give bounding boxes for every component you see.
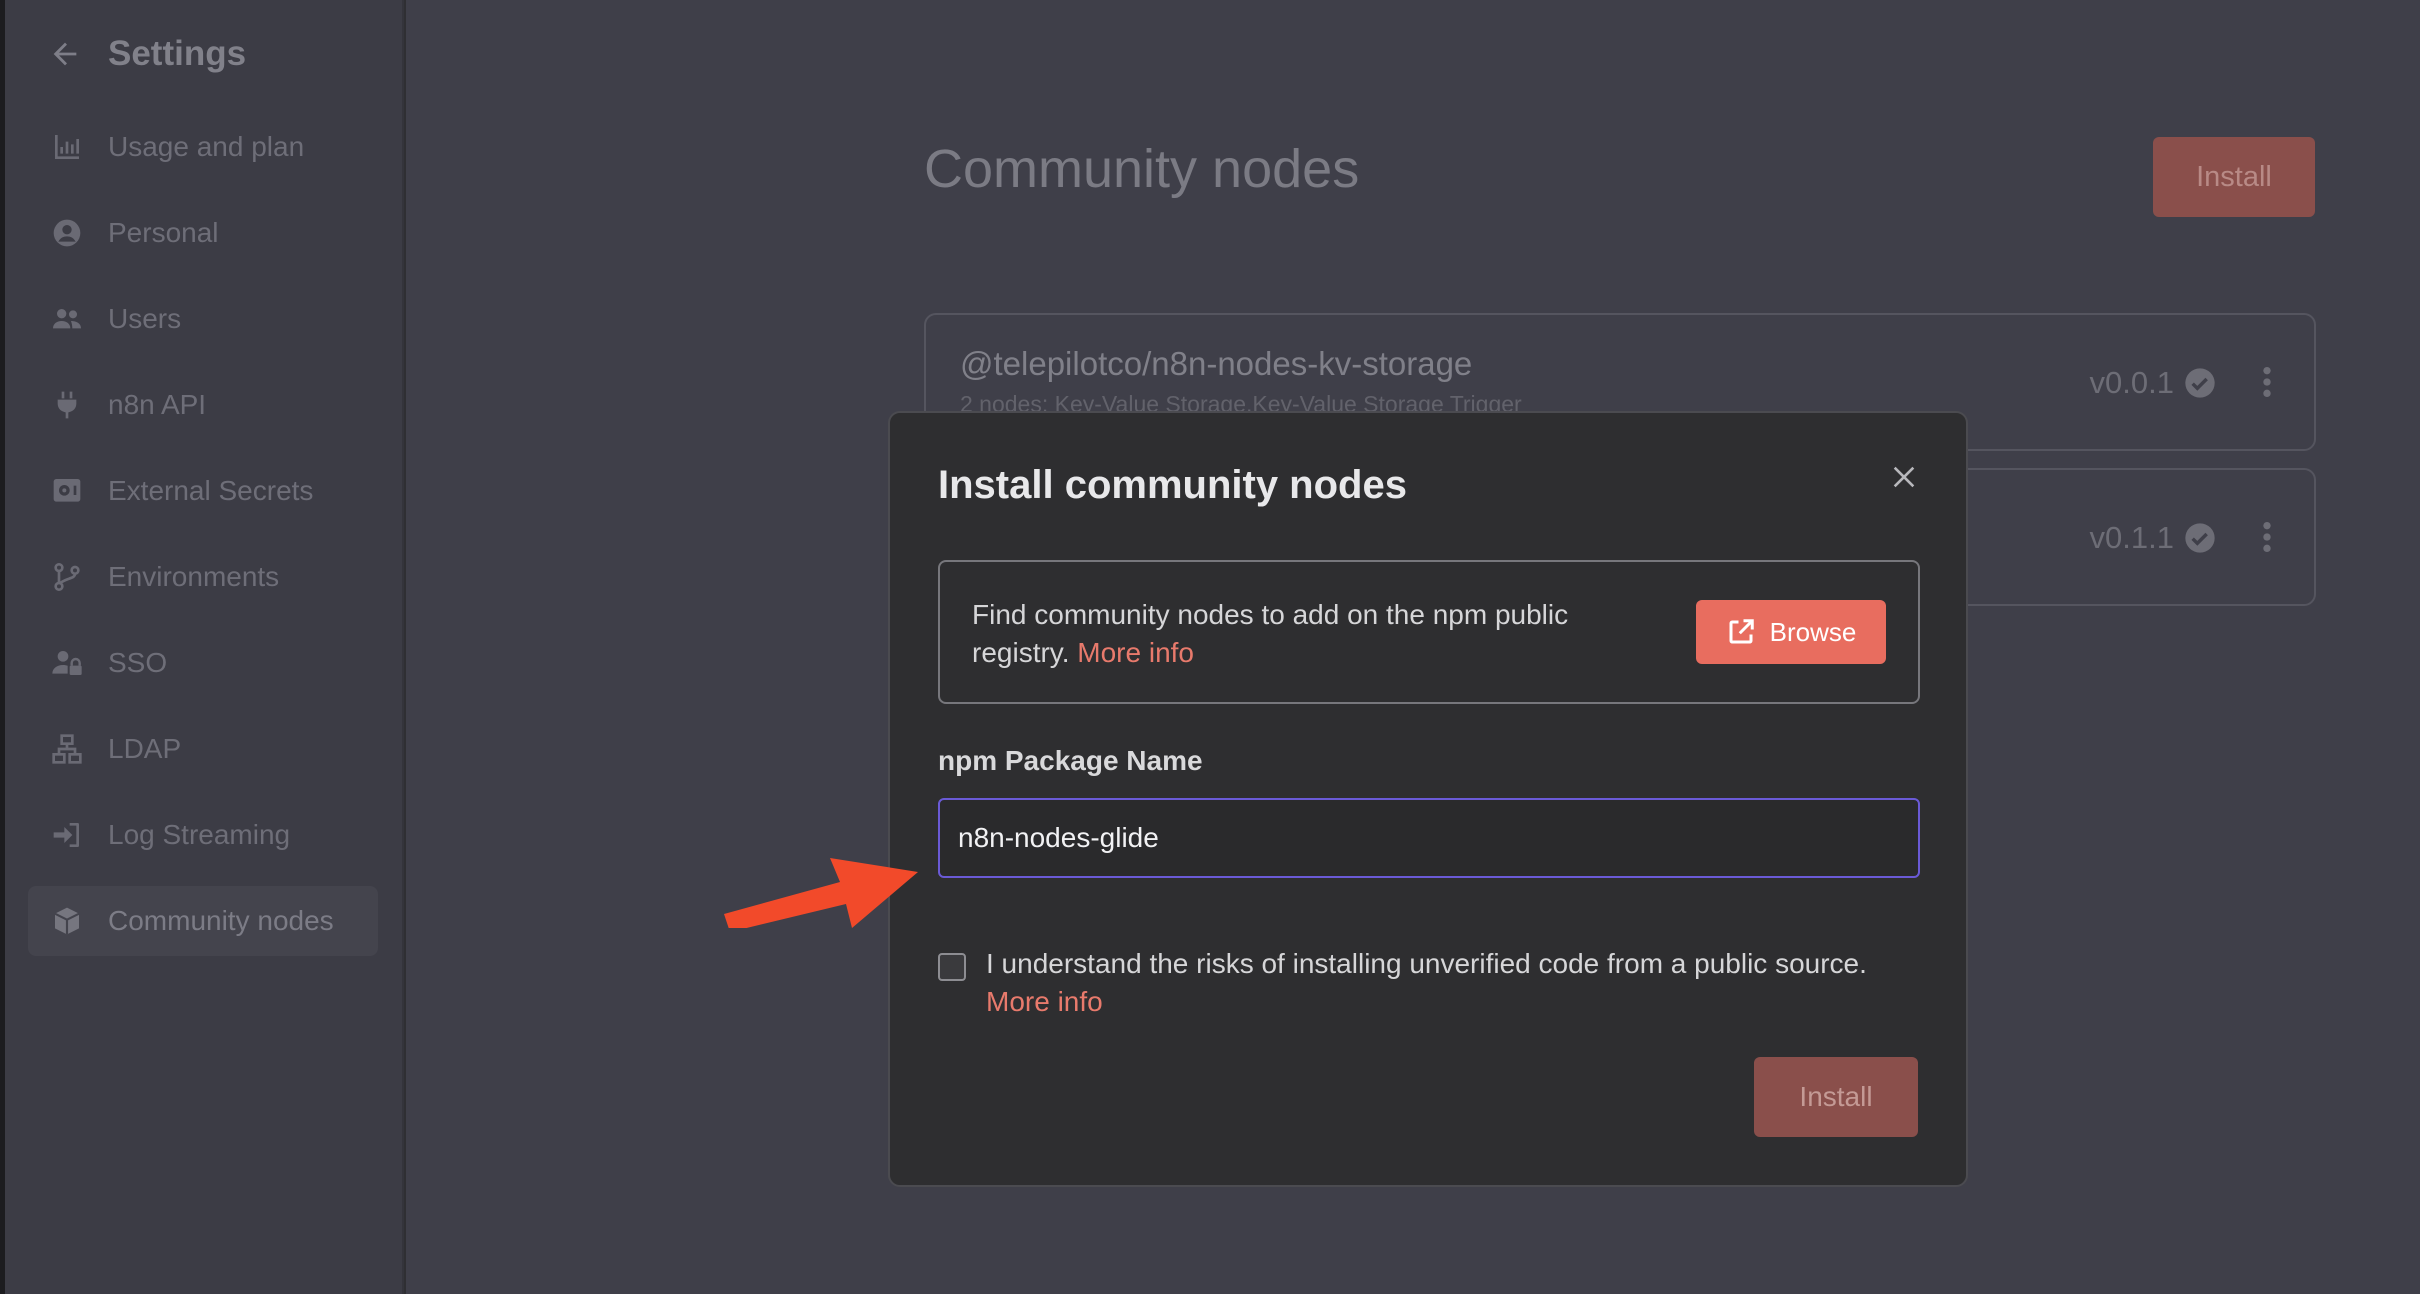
package-version: v0.1.1 — [2090, 520, 2216, 556]
arrow-left-icon[interactable] — [48, 37, 82, 71]
risk-consent: I understand the risks of installing unv… — [938, 933, 1920, 1023]
package-version-label: v0.0.1 — [2089, 365, 2174, 400]
vault-icon — [50, 474, 84, 508]
info-text: Find community nodes to add on the npm p… — [972, 596, 1642, 672]
install-community-nodes-dialog: Install community nodes Find community n… — [888, 411, 1968, 1187]
network-icon — [50, 732, 84, 766]
user-lock-icon — [50, 646, 84, 680]
info-more-link[interactable]: More info — [1077, 637, 1194, 668]
risk-consent-text[interactable]: I understand the risks of installing unv… — [986, 945, 1920, 983]
close-icon[interactable] — [1890, 463, 1918, 491]
sidebar-item-log-streaming[interactable]: Log Streaming — [28, 800, 378, 870]
sidebar-item-environments[interactable]: Environments — [28, 542, 378, 612]
git-branch-icon — [50, 560, 84, 594]
annotation-arrow-icon — [720, 838, 925, 928]
sign-in-icon — [50, 818, 84, 852]
app-window: Settings Usage and plan Personal Users n… — [0, 0, 2420, 1294]
package-version-label: v0.1.1 — [2089, 520, 2174, 555]
kebab-menu-icon[interactable] — [2260, 365, 2274, 399]
sidebar-item-label: n8n API — [108, 389, 207, 420]
sidebar-item-label: Environments — [108, 561, 280, 592]
sidebar-item-n8n-api[interactable]: n8n API — [28, 370, 378, 440]
check-circle-icon — [2184, 522, 2216, 554]
browse-button[interactable]: Browse — [1696, 600, 1886, 664]
bar-chart-icon — [50, 130, 84, 164]
sidebar-item-label: Community nodes — [108, 905, 334, 936]
settings-back-link[interactable]: Settings — [48, 26, 246, 82]
sidebar-item-label: Personal — [108, 217, 219, 248]
kebab-menu-icon[interactable] — [2260, 520, 2274, 554]
sidebar-item-community-nodes[interactable]: Community nodes — [28, 886, 378, 956]
risk-consent-checkbox[interactable] — [938, 953, 966, 981]
package-name-label: npm Package Name — [938, 745, 1203, 776]
npm-info-box: Find community nodes to add on the npm p… — [938, 560, 1920, 704]
sidebar-item-usage-and-plan[interactable]: Usage and plan — [28, 112, 378, 182]
sidebar-item-label: LDAP — [108, 733, 182, 764]
settings-sidebar: Settings Usage and plan Personal Users n… — [0, 0, 404, 1294]
sidebar-item-label: External Secrets — [108, 475, 314, 506]
sidebar-item-label: SSO — [108, 647, 168, 678]
sidebar-item-external-secrets[interactable]: External Secrets — [28, 456, 378, 526]
settings-nav: Usage and plan Personal Users n8n API Ex… — [28, 112, 378, 972]
cube-icon — [50, 904, 84, 938]
page-title: Community nodes — [924, 139, 1360, 199]
sidebar-item-label: Users — [108, 303, 182, 334]
users-icon — [50, 302, 84, 336]
check-circle-icon — [2184, 367, 2216, 399]
info-description: Find community nodes to add on the npm p… — [972, 599, 1569, 668]
header-install-button[interactable]: Install — [2153, 137, 2315, 217]
sidebar-item-users[interactable]: Users — [28, 284, 378, 354]
sidebar-item-personal[interactable]: Personal — [28, 198, 378, 268]
package-name-input[interactable] — [938, 798, 1920, 878]
sidebar-item-label: Usage and plan — [108, 131, 305, 162]
install-button[interactable]: Install — [1754, 1057, 1918, 1137]
dialog-title: Install community nodes — [938, 463, 1407, 507]
sidebar-item-sso[interactable]: SSO — [28, 628, 378, 698]
plug-icon — [50, 388, 84, 422]
sidebar-item-ldap[interactable]: LDAP — [28, 714, 378, 784]
sidebar-item-label: Log Streaming — [108, 819, 291, 850]
close-button[interactable] — [1890, 463, 1918, 491]
package-version: v0.0.1 — [2090, 365, 2216, 401]
package-name[interactable]: @telepilotco/n8n-nodes-kv-storage — [960, 345, 1472, 383]
user-circle-icon — [50, 216, 84, 250]
consent-more-link[interactable]: More info — [986, 983, 1103, 1021]
external-link-icon — [1726, 617, 1756, 647]
browse-label: Browse — [1769, 616, 1857, 647]
settings-title: Settings — [108, 34, 247, 73]
